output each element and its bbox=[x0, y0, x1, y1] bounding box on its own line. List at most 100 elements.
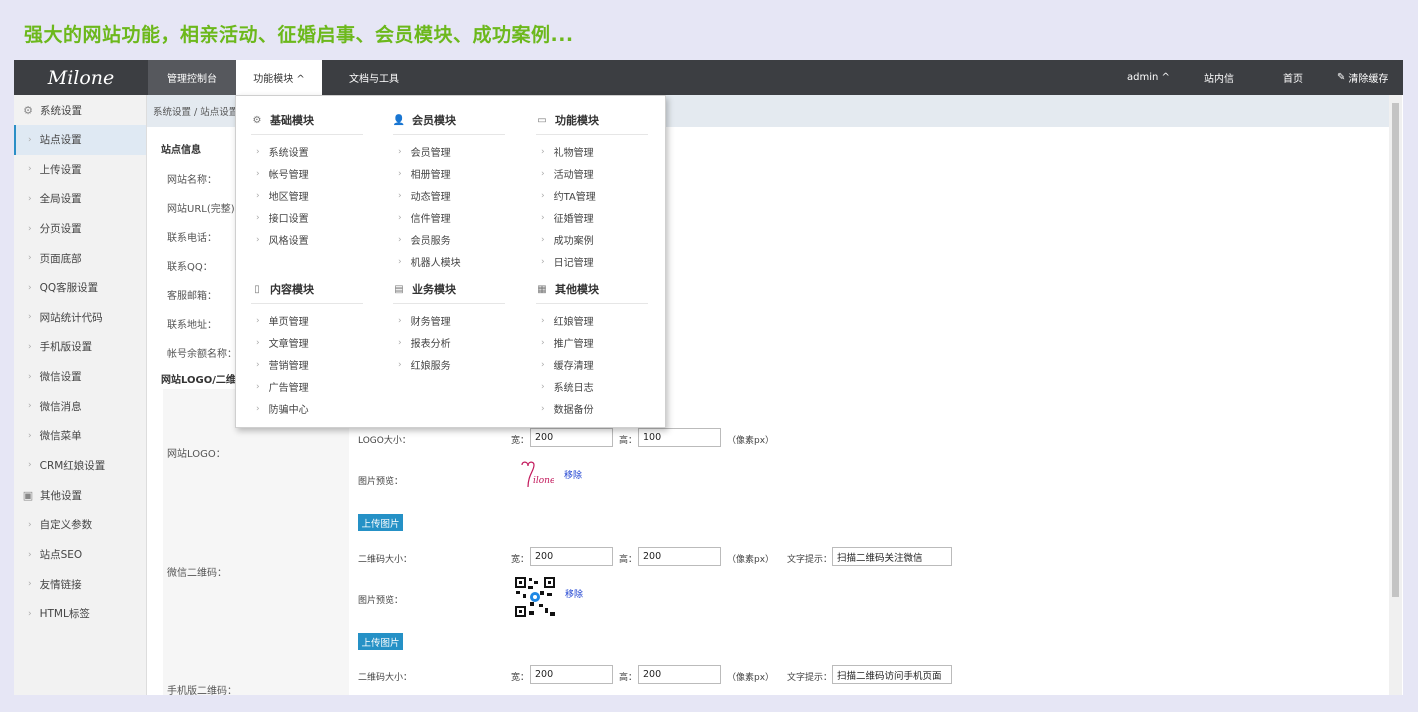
upload-mobile-qr-button[interactable]: 上传图片 bbox=[358, 633, 403, 650]
dropdown-header-label: 功能模块 bbox=[555, 114, 599, 127]
nav-console[interactable]: 管理控制台 bbox=[148, 60, 236, 95]
dropdown-item[interactable]: › 会员管理 bbox=[398, 144, 451, 160]
nav-docs-tools[interactable]: 文档与工具 bbox=[324, 60, 424, 95]
chevron-right-icon: › bbox=[256, 315, 260, 326]
dropdown-item[interactable]: › 报表分析 bbox=[398, 335, 451, 351]
dropdown-item[interactable]: › 缓存清理 bbox=[541, 357, 594, 373]
chevron-right-icon: › bbox=[28, 519, 32, 530]
dropdown-item[interactable]: › 单页管理 bbox=[256, 313, 309, 329]
sidebar-item-wechat-menu[interactable]: › 微信菜单 bbox=[14, 421, 146, 451]
remove-wechat-qr-link[interactable]: 移除 bbox=[565, 587, 583, 600]
sidebar-item-footer[interactable]: › 页面底部 bbox=[14, 243, 146, 273]
dropdown-item[interactable]: › 数据备份 bbox=[541, 401, 594, 417]
chevron-right-icon: › bbox=[256, 146, 260, 157]
dropdown-item-label: 地区管理 bbox=[268, 192, 309, 203]
dropdown-item[interactable]: › 信件管理 bbox=[398, 210, 451, 226]
dropdown-item[interactable]: › 地区管理 bbox=[256, 188, 309, 204]
dropdown-item[interactable]: › 约TA管理 bbox=[541, 188, 596, 204]
sidebar-item-qq[interactable]: › QQ客服设置 bbox=[14, 273, 146, 303]
sidebar-item-label: 手机版设置 bbox=[39, 341, 93, 354]
nav-admin[interactable]: admin ^ bbox=[1127, 60, 1170, 95]
dropdown-item-label: 会员服务 bbox=[410, 236, 451, 247]
admin-app: Milone 管理控制台 功能模块 ^ 文档与工具 admin ^ 站内信 首页… bbox=[14, 60, 1403, 695]
dropdown-item[interactable]: › 征婚管理 bbox=[541, 210, 594, 226]
sidebar-item-seo[interactable]: › 站点SEO bbox=[14, 540, 146, 570]
sidebar-item-label: 站点SEO bbox=[39, 549, 83, 562]
nav-messages[interactable]: 站内信 bbox=[1204, 60, 1234, 95]
unit-label: （像素px） bbox=[727, 555, 775, 565]
sidebar-item-label: 站点设置 bbox=[39, 134, 82, 147]
sidebar-item-paging[interactable]: › 分页设置 bbox=[14, 214, 146, 244]
sidebar-item-global[interactable]: › 全局设置 bbox=[14, 184, 146, 214]
wechat-qr-hint-input[interactable]: 扫描二维码关注微信 bbox=[832, 547, 952, 566]
chevron-right-icon: › bbox=[541, 234, 545, 245]
dropdown-item[interactable]: › 风格设置 bbox=[256, 232, 309, 248]
dropdown-item[interactable]: › 广告管理 bbox=[256, 379, 309, 395]
sidebar-item-upload[interactable]: › 上传设置 bbox=[14, 155, 146, 185]
chevron-right-icon: › bbox=[256, 234, 260, 245]
dropdown-item[interactable]: › 礼物管理 bbox=[541, 144, 594, 160]
logo-height-input[interactable]: 100 bbox=[638, 428, 721, 447]
chevron-right-icon: › bbox=[28, 134, 32, 145]
chevron-right-icon: › bbox=[398, 190, 402, 201]
dropdown-item[interactable]: › 文章管理 bbox=[256, 335, 309, 351]
sidebar-item-crm[interactable]: › CRM红娘设置 bbox=[14, 451, 146, 481]
chevron-right-icon: › bbox=[28, 341, 32, 352]
mobile-qr-height-input[interactable]: 200 bbox=[638, 665, 721, 684]
dropdown-header-label: 业务模块 bbox=[412, 283, 456, 296]
dropdown-item[interactable]: › 相册管理 bbox=[398, 166, 451, 182]
nav-home[interactable]: 首页 bbox=[1283, 60, 1303, 95]
dropdown-header-label: 基础模块 bbox=[270, 114, 314, 127]
sidebar-item-site[interactable]: › 站点设置 bbox=[14, 125, 146, 155]
dropdown-item[interactable]: › 财务管理 bbox=[398, 313, 451, 329]
sidebar-item-html-tags[interactable]: › HTML标签 bbox=[14, 599, 146, 629]
site-logo[interactable]: Milone bbox=[14, 60, 148, 95]
sidebar-group-other[interactable]: ▣ 其他设置 bbox=[14, 480, 146, 510]
dropdown-item[interactable]: › 红娘服务 bbox=[398, 357, 451, 373]
dropdown-item[interactable]: › 会员服务 bbox=[398, 232, 451, 248]
remove-logo-link[interactable]: 移除 bbox=[564, 468, 582, 481]
dropdown-item[interactable]: › 红娘管理 bbox=[541, 313, 594, 329]
label-mobile-qr: 手机版二维码： bbox=[167, 686, 237, 695]
unit-label: （像素px） bbox=[727, 436, 775, 446]
sidebar-item-links[interactable]: › 友情链接 bbox=[14, 569, 146, 599]
dropdown-item[interactable]: › 营销管理 bbox=[256, 357, 309, 373]
wechat-qr-height-input[interactable]: 200 bbox=[638, 547, 721, 566]
chevron-right-icon: › bbox=[256, 381, 260, 392]
dropdown-item[interactable]: › 机器人模块 bbox=[398, 254, 461, 270]
nav-clear-cache[interactable]: ✎ 清除缓存 bbox=[1337, 60, 1388, 95]
dropdown-item[interactable]: › 日记管理 bbox=[541, 254, 594, 270]
mobile-qr-width-input[interactable]: 200 bbox=[530, 665, 613, 684]
logo-width-input[interactable]: 200 bbox=[530, 428, 613, 447]
dropdown-item[interactable]: › 活动管理 bbox=[541, 166, 594, 182]
dropdown-item-label: 红娘管理 bbox=[553, 317, 594, 328]
dropdown-item-label: 活动管理 bbox=[553, 170, 594, 181]
dropdown-item[interactable]: › 动态管理 bbox=[398, 188, 451, 204]
dropdown-item-label: 数据备份 bbox=[553, 405, 594, 416]
sidebar-group-system[interactable]: ⚙ 系统设置 bbox=[14, 95, 146, 125]
sidebar-item-custom-params[interactable]: › 自定义参数 bbox=[14, 510, 146, 540]
dropdown-item[interactable]: › 接口设置 bbox=[256, 210, 309, 226]
wechat-qr-width-input[interactable]: 200 bbox=[530, 547, 613, 566]
dropdown-item[interactable]: › 成功案例 bbox=[541, 232, 594, 248]
top-navbar: Milone 管理控制台 功能模块 ^ 文档与工具 admin ^ 站内信 首页… bbox=[14, 60, 1403, 95]
dropdown-item[interactable]: › 系统设置 bbox=[256, 144, 309, 160]
mobile-qr-hint-input[interactable]: 扫描二维码访问手机页面 bbox=[832, 665, 952, 684]
label-site-name: 网站名称： bbox=[167, 175, 217, 186]
dropdown-item[interactable]: › 推广管理 bbox=[541, 335, 594, 351]
sidebar-item-wechat-msg[interactable]: › 微信消息 bbox=[14, 391, 146, 421]
sidebar-item-stats[interactable]: › 网站统计代码 bbox=[14, 303, 146, 333]
dropdown-item[interactable]: › 防骗中心 bbox=[256, 401, 309, 417]
sidebar-item-wechat[interactable]: › 微信设置 bbox=[14, 362, 146, 392]
dropdown-item[interactable]: › 帐号管理 bbox=[256, 166, 309, 182]
dropdown-item[interactable]: › 系统日志 bbox=[541, 379, 594, 395]
sidebar-item-mobile[interactable]: › 手机版设置 bbox=[14, 332, 146, 362]
dropdown-item-label: 营销管理 bbox=[268, 361, 309, 372]
scrollbar-thumb[interactable] bbox=[1392, 103, 1399, 597]
chevron-right-icon: › bbox=[28, 371, 32, 382]
upload-wechat-qr-button[interactable]: 上传图片 bbox=[358, 514, 403, 531]
chevron-right-icon: › bbox=[28, 460, 32, 471]
sidebar-item-label: HTML标签 bbox=[39, 608, 90, 621]
nav-modules[interactable]: 功能模块 ^ bbox=[236, 60, 322, 95]
scrollbar[interactable] bbox=[1389, 95, 1402, 695]
